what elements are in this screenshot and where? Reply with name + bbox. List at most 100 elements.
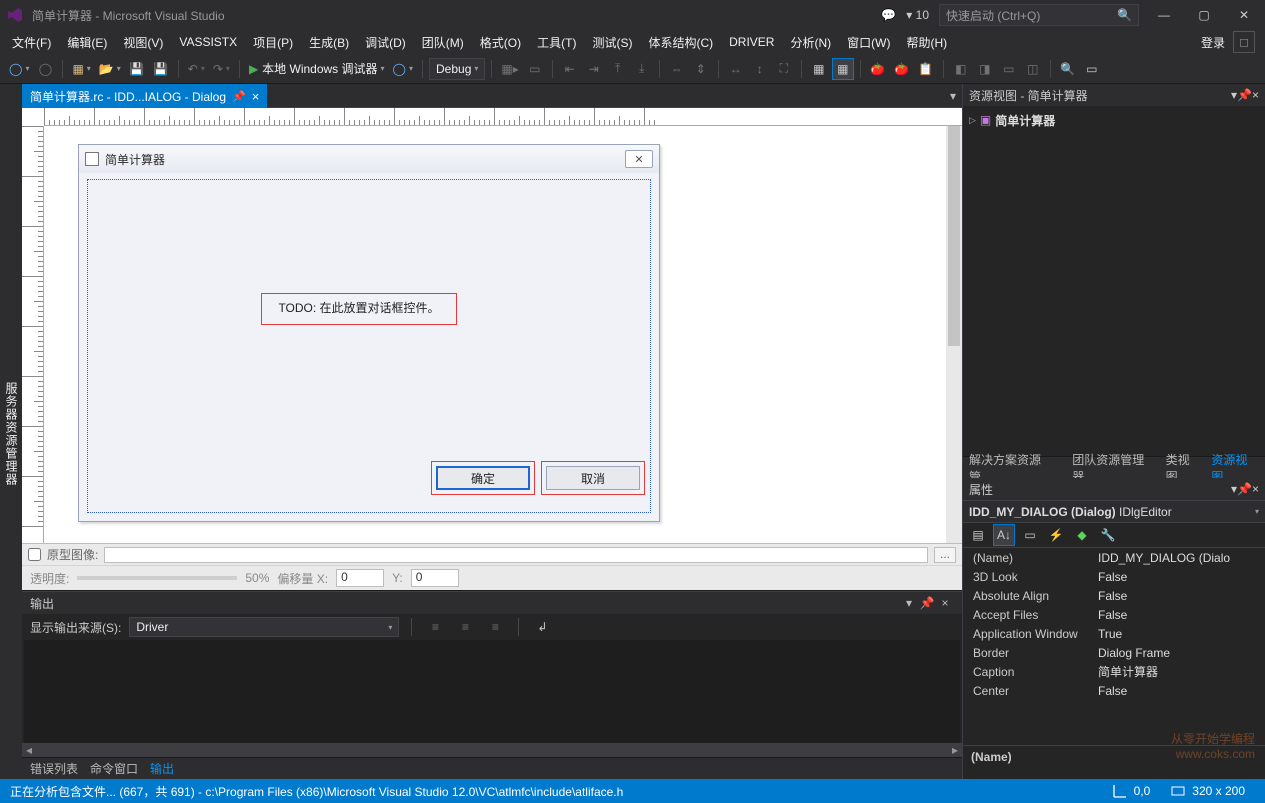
resview-pin-icon[interactable]: 📌	[1237, 88, 1252, 102]
menu-build[interactable]: 生成(B)	[301, 31, 357, 54]
props-pin-icon[interactable]: 📌	[1237, 482, 1252, 496]
config-combo[interactable]: Debug▾	[429, 58, 485, 80]
properties-grid[interactable]: (Name)IDD_MY_DIALOG (Dialo3D LookFalseAb…	[963, 548, 1265, 745]
va-icon-2[interactable]: 🍅	[891, 58, 913, 80]
menu-test[interactable]: 测试(S)	[584, 31, 640, 54]
menu-tools[interactable]: 工具(T)	[529, 31, 584, 54]
sign-in-link[interactable]: 登录	[1201, 34, 1225, 51]
menu-driver[interactable]: DRIVER	[721, 32, 782, 52]
tab-command-window[interactable]: 命令窗口	[90, 760, 138, 777]
tab-error-list[interactable]: 错误列表	[30, 760, 78, 777]
property-row[interactable]: BorderDialog Frame	[963, 643, 1265, 662]
property-row[interactable]: Absolute AlignFalse	[963, 586, 1265, 605]
va-icon-3[interactable]: 📋	[915, 58, 937, 80]
property-value[interactable]: IDD_MY_DIALOG (Dialo	[1098, 551, 1265, 565]
toggle-guides-icon[interactable]: ▦	[832, 58, 854, 80]
ok-button[interactable]: 确定	[436, 466, 530, 490]
menu-architecture[interactable]: 体系结构(C)	[640, 31, 721, 54]
tab-output[interactable]: 输出	[150, 760, 174, 777]
todo-static-text[interactable]: TODO: 在此放置对话框控件。	[261, 293, 457, 325]
messages-icon[interactable]: ▭	[1019, 524, 1041, 546]
minimize-button[interactable]: —	[1149, 3, 1179, 27]
save-button[interactable]: 💾	[126, 58, 148, 80]
property-value[interactable]: Dialog Frame	[1098, 646, 1265, 660]
dialog-preview[interactable]: 简单计算器 ✕ TODO: 在此放置对话框控件。 确定 取消	[78, 144, 660, 522]
property-row[interactable]: Application WindowTrue	[963, 624, 1265, 643]
events-icon[interactable]: ⚡	[1045, 524, 1067, 546]
categorized-icon[interactable]: ▤	[967, 524, 989, 546]
menu-debug[interactable]: 调试(D)	[357, 31, 414, 54]
menu-file[interactable]: 文件(F)	[4, 31, 59, 54]
panel-position-icon[interactable]: ▾	[900, 596, 918, 610]
user-avatar-icon[interactable]: ◻	[1233, 31, 1255, 53]
canvas-scrollbar[interactable]	[946, 126, 962, 543]
quick-launch-input[interactable]: 快速启动 (Ctrl+Q) 🔍	[939, 4, 1139, 26]
property-value[interactable]: 简单计算器	[1098, 663, 1265, 680]
props-object-combo[interactable]: IDD_MY_DIALOG (Dialog) IDlgEditor ▾	[963, 500, 1265, 522]
menu-team[interactable]: 团队(M)	[414, 31, 472, 54]
overrides-icon[interactable]: ◆	[1071, 524, 1093, 546]
menu-analyze[interactable]: 分析(N)	[782, 31, 839, 54]
start-debug-button[interactable]: ▶本地 Windows 调试器▾	[246, 58, 388, 80]
tree-root-node[interactable]: ▷ ▣ 简单计算器	[969, 110, 1259, 130]
offset-x-input[interactable]: 0	[336, 569, 384, 587]
save-all-button[interactable]: 💾	[150, 58, 172, 80]
design-canvas[interactable]: 简单计算器 ✕ TODO: 在此放置对话框控件。 确定 取消	[44, 126, 962, 543]
menu-view[interactable]: 视图(V)	[115, 31, 171, 54]
opacity-slider[interactable]	[77, 576, 237, 580]
property-row[interactable]: Caption简单计算器	[963, 662, 1265, 681]
menu-help[interactable]: 帮助(H)	[898, 31, 955, 54]
cancel-button[interactable]: 取消	[546, 466, 640, 490]
output-hscroll[interactable]: ◂▸	[22, 743, 962, 757]
nav-back-button[interactable]: ◯▾	[6, 58, 32, 80]
ok-button-selection[interactable]: 确定	[431, 461, 535, 495]
menu-edit[interactable]: 编辑(E)	[59, 31, 115, 54]
property-row[interactable]: CenterFalse	[963, 681, 1265, 700]
open-file-button[interactable]: 📂▾	[96, 58, 124, 80]
maximize-button[interactable]: ▢	[1189, 3, 1219, 27]
property-value[interactable]: False	[1098, 608, 1265, 622]
property-value[interactable]: False	[1098, 684, 1265, 698]
alphabetical-icon[interactable]: A↓	[993, 524, 1015, 546]
property-value[interactable]: True	[1098, 627, 1265, 641]
menu-window[interactable]: 窗口(W)	[839, 31, 898, 54]
property-value[interactable]: False	[1098, 570, 1265, 584]
va-ref-icon[interactable]: ▭	[1081, 58, 1103, 80]
va-icon-1[interactable]: 🍅	[867, 58, 889, 80]
tab-overflow-icon[interactable]: ▾	[950, 89, 956, 103]
server-explorer-tab[interactable]: 服务器资源管理器	[1, 378, 22, 490]
debug-target-dropdown[interactable]: ◯▾	[390, 58, 416, 80]
property-row[interactable]: (Name)IDD_MY_DIALOG (Dialo	[963, 548, 1265, 567]
close-button[interactable]: ✕	[1229, 3, 1259, 27]
dialog-close-icon[interactable]: ✕	[625, 150, 653, 168]
resource-view-tree[interactable]: ▷ ▣ 简单计算器	[963, 106, 1265, 456]
panel-pin-icon[interactable]: 📌	[918, 596, 936, 610]
resview-close-icon[interactable]: ×	[1252, 88, 1259, 102]
va-find-icon[interactable]: 🔍	[1057, 58, 1079, 80]
cancel-button-selection[interactable]: 取消	[541, 461, 645, 495]
expand-icon[interactable]: ▷	[969, 115, 976, 126]
prototype-browse-button[interactable]: ...	[934, 547, 956, 563]
new-project-button[interactable]: ▦▾	[69, 58, 93, 80]
prototype-path-input[interactable]	[104, 547, 928, 563]
output-source-combo[interactable]: Driver▾	[129, 617, 399, 637]
property-row[interactable]: Accept FilesFalse	[963, 605, 1265, 624]
menu-format[interactable]: 格式(O)	[472, 31, 529, 54]
props-close-icon[interactable]: ×	[1252, 482, 1259, 496]
output-text-area[interactable]	[24, 640, 960, 743]
menu-vassistx[interactable]: VASSISTX	[171, 32, 245, 52]
pin-icon[interactable]: 📌	[232, 90, 246, 103]
close-tab-icon[interactable]: ×	[252, 89, 260, 104]
toggle-grid-icon[interactable]: ▦	[808, 58, 830, 80]
prototype-checkbox[interactable]	[28, 548, 41, 561]
property-value[interactable]: False	[1098, 589, 1265, 603]
active-document-tab[interactable]: 简单计算器.rc - IDD...IALOG - Dialog 📌 ×	[22, 84, 267, 108]
panel-close-icon[interactable]: ×	[936, 596, 954, 610]
offset-y-input[interactable]: 0	[411, 569, 459, 587]
align-right-icon: ⇥	[583, 58, 605, 80]
notifications-icon[interactable]: ▾ 10	[906, 8, 929, 22]
menu-project[interactable]: 项目(P)	[245, 31, 301, 54]
feedback-icon[interactable]: 💬	[881, 8, 896, 22]
property-row[interactable]: 3D LookFalse	[963, 567, 1265, 586]
output-wrap-icon[interactable]: ↲	[531, 616, 553, 638]
